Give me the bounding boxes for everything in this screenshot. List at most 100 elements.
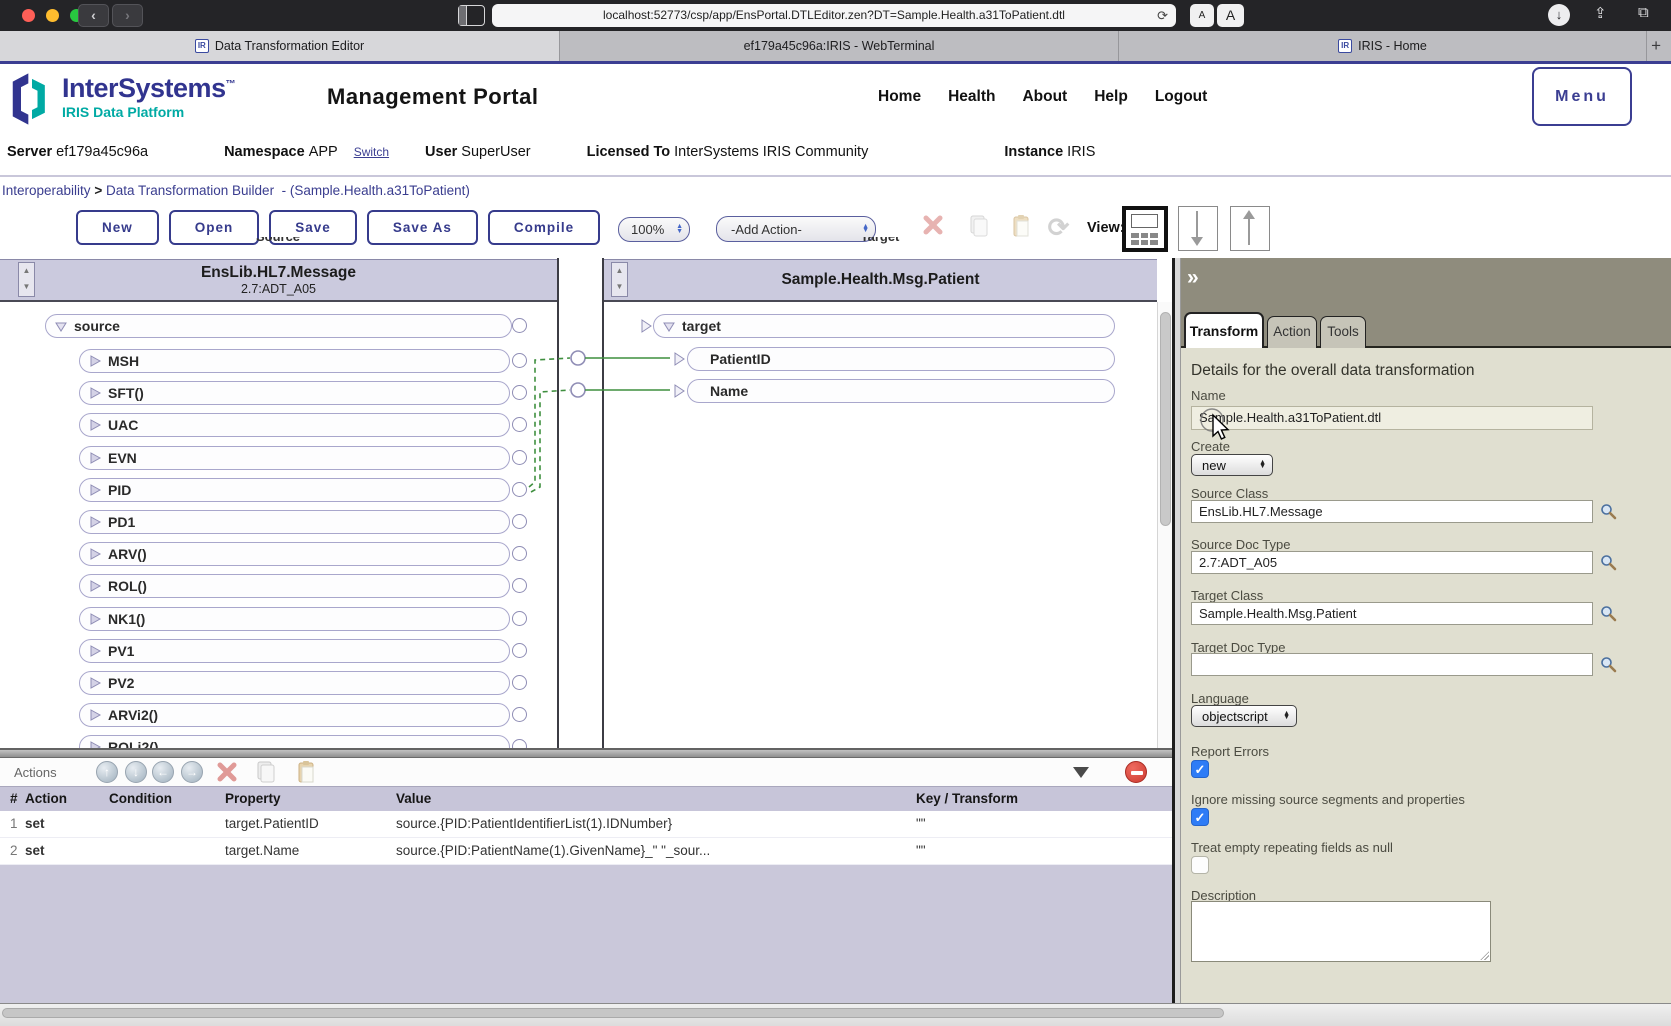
- tab-tools[interactable]: Tools: [1320, 316, 1366, 348]
- minimize-window-button[interactable]: [46, 9, 59, 22]
- source-node-arv[interactable]: ARV(): [79, 542, 510, 567]
- address-bar[interactable]: localhost:52773/csp/app/EnsPortal.DTLEdi…: [492, 4, 1176, 27]
- source-node-pid[interactable]: PID: [79, 477, 510, 502]
- source-class-input[interactable]: EnsLib.HL7.Message: [1191, 500, 1593, 523]
- action-table-row[interactable]: 1 set target.PatientID source.{PID:PatientI…: [0, 811, 1172, 838]
- source-node-pv1[interactable]: PV1: [79, 638, 510, 663]
- node-connector[interactable]: [512, 546, 527, 562]
- node-connector[interactable]: [512, 707, 527, 723]
- back-button[interactable]: ‹: [78, 4, 109, 27]
- copy-icon[interactable]: [968, 214, 990, 238]
- source-doc-type-input[interactable]: 2.7:ADT_A05: [1191, 551, 1593, 574]
- node-connector[interactable]: [512, 385, 527, 401]
- new-button[interactable]: New: [76, 210, 159, 245]
- view-maximize-top-button[interactable]: [1230, 206, 1270, 251]
- tab-data-transformation-editor[interactable]: IR Data Transformation Editor: [0, 31, 560, 61]
- source-node-evn[interactable]: EVN: [79, 445, 510, 470]
- node-connector[interactable]: [512, 417, 527, 433]
- collapsed-triangle-icon[interactable]: [88, 740, 102, 748]
- horizontal-splitter[interactable]: [0, 748, 1172, 758]
- forward-button[interactable]: ›: [112, 4, 143, 27]
- target-class-input[interactable]: Sample.Health.Msg.Patient: [1191, 602, 1593, 625]
- undo-icon[interactable]: ⟲: [1048, 212, 1070, 243]
- source-node-roli2[interactable]: ROLi2(): [79, 735, 510, 748]
- target-pane-scroll-control[interactable]: ▲ ▼: [611, 262, 628, 297]
- source-node-rol[interactable]: ROL(): [79, 574, 510, 599]
- sidebar-toggle-icon[interactable]: [458, 5, 485, 26]
- nav-link-logout[interactable]: Logout: [1155, 88, 1208, 106]
- source-node-uac[interactable]: UAC: [79, 413, 510, 438]
- collapsed-triangle-icon[interactable]: [88, 676, 102, 690]
- diagram-scrollbar[interactable]: [1157, 302, 1172, 748]
- node-connector[interactable]: [512, 578, 527, 594]
- source-node-msh[interactable]: MSH: [79, 349, 510, 373]
- checkbox-checked[interactable]: ✓: [1191, 808, 1209, 826]
- tab-transform[interactable]: Transform: [1184, 312, 1264, 348]
- switch-namespace-link[interactable]: Switch: [354, 145, 389, 159]
- source-node-nk1[interactable]: NK1(): [79, 606, 510, 631]
- action-table-row[interactable]: 2 set target.Name source.{PID:PatientName(1…: [0, 838, 1172, 865]
- view-split-button[interactable]: [1122, 206, 1168, 252]
- collapsed-triangle-icon[interactable]: [88, 612, 102, 626]
- copy-action-icon[interactable]: [255, 760, 277, 784]
- collapsed-triangle-icon[interactable]: [88, 418, 102, 432]
- source-class-search-icon[interactable]: [1600, 503, 1617, 520]
- paste-icon[interactable]: [1010, 214, 1032, 238]
- node-connector[interactable]: [512, 318, 527, 333]
- target-node-patientid[interactable]: PatientID: [687, 347, 1115, 371]
- save-as-button[interactable]: Save As: [366, 210, 478, 245]
- collapsed-triangle-icon[interactable]: [88, 708, 102, 722]
- expanded-triangle-icon[interactable]: [662, 319, 676, 333]
- tab-action[interactable]: Action: [1267, 316, 1317, 348]
- source-pane-scroll-control[interactable]: ▲ ▼: [18, 262, 35, 297]
- tab-iris-home[interactable]: IR IRIS - Home: [1119, 31, 1647, 61]
- delete-action-icon[interactable]: [216, 761, 238, 783]
- source-doc-type-search-icon[interactable]: [1600, 554, 1617, 571]
- node-connector[interactable]: [512, 675, 527, 690]
- collapsed-triangle-icon[interactable]: [88, 515, 102, 529]
- expanded-triangle-icon[interactable]: [54, 319, 68, 333]
- move-down-icon[interactable]: ↓: [125, 761, 147, 783]
- target-class-search-icon[interactable]: [1600, 605, 1617, 622]
- create-select[interactable]: new ▲ ▼: [1191, 454, 1273, 476]
- source-root-node[interactable]: source: [45, 314, 512, 338]
- target-node-name[interactable]: Name: [687, 379, 1115, 404]
- target-doc-type-input[interactable]: [1191, 653, 1593, 676]
- node-connector[interactable]: [512, 739, 527, 748]
- collapsed-triangle-icon[interactable]: [88, 547, 102, 561]
- collapsed-triangle-icon[interactable]: [88, 483, 102, 497]
- view-maximize-bottom-button[interactable]: [1178, 206, 1218, 251]
- move-right-icon[interactable]: →: [181, 761, 203, 783]
- node-connector[interactable]: [512, 642, 527, 658]
- nav-link-health[interactable]: Health: [948, 88, 995, 106]
- checkbox-unchecked[interactable]: [1191, 856, 1209, 874]
- move-up-icon[interactable]: ↑: [96, 761, 118, 783]
- target-root-node[interactable]: target: [653, 314, 1115, 338]
- collapsed-triangle-icon[interactable]: [88, 644, 102, 658]
- close-window-button[interactable]: [22, 9, 35, 22]
- source-node-arvi2[interactable]: ARVi2(): [79, 703, 510, 728]
- collapsed-triangle-icon[interactable]: [88, 386, 102, 400]
- node-connector[interactable]: [512, 514, 527, 529]
- target-doc-type-search-icon[interactable]: [1600, 656, 1617, 673]
- name-input[interactable]: Sample.Health.a31ToPatient.dtl: [1191, 406, 1593, 430]
- reload-icon[interactable]: ⟳: [1157, 4, 1168, 27]
- breadcrumb-interoperability[interactable]: Interoperability: [2, 183, 91, 198]
- tab-webterminal[interactable]: ef179a45c96a:IRIS - WebTerminal: [560, 31, 1119, 61]
- nav-link-help[interactable]: Help: [1094, 88, 1128, 106]
- breadcrumb-dt-builder[interactable]: Data Transformation Builder: [106, 183, 274, 198]
- collapse-panel-icon[interactable]: »: [1187, 266, 1199, 290]
- horizontal-scrollbar-thumb[interactable]: [2, 1008, 1224, 1018]
- new-tab-button[interactable]: +: [1647, 31, 1671, 61]
- source-node-sft[interactable]: SFT(): [79, 381, 510, 406]
- nav-link-home[interactable]: Home: [878, 88, 921, 106]
- decrease-font-button[interactable]: A: [1190, 4, 1214, 27]
- downloads-icon[interactable]: ↓: [1548, 4, 1570, 26]
- share-icon[interactable]: ⇪: [1594, 4, 1607, 22]
- remove-icon[interactable]: [1125, 761, 1147, 783]
- node-connector[interactable]: [512, 610, 527, 626]
- node-connector[interactable]: [512, 449, 527, 465]
- checkbox-checked[interactable]: ✓: [1191, 760, 1209, 778]
- scrollbar-thumb[interactable]: [1160, 312, 1171, 526]
- language-select[interactable]: objectscript ▲ ▼: [1191, 705, 1297, 727]
